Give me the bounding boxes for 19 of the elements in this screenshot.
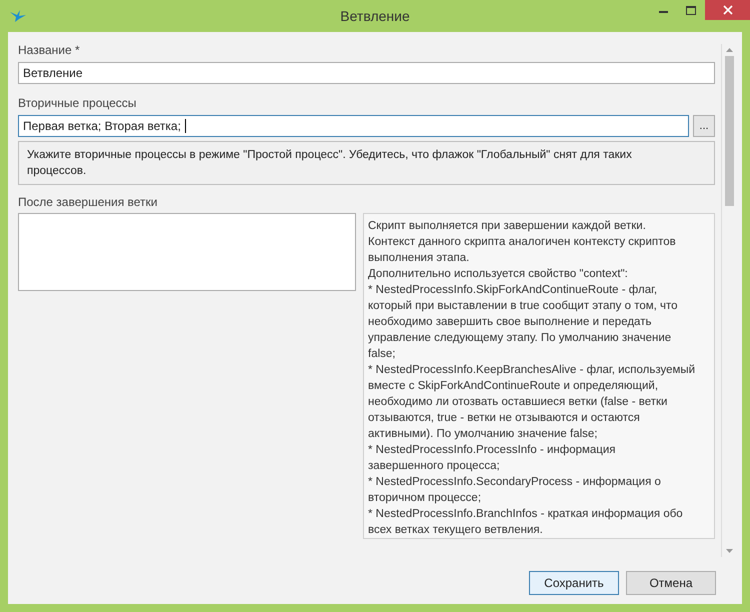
dialog-button[interactable]: Отмена: [626, 571, 716, 595]
name-input-field[interactable]: Ветвление: [18, 62, 715, 84]
window-title: Ветвление: [340, 6, 410, 26]
bird-logo-icon: [10, 10, 26, 22]
field-label: Название *: [18, 42, 81, 59]
field-label: После завершения ветки: [18, 194, 158, 211]
hint-text: Укажите вторичные процессы в режиме "Простой процесс". Убедитесь, что флажок "Глобальный" снят для таких процессов.: [18, 141, 715, 185]
dialog-button[interactable]: Сохранить: [529, 571, 619, 595]
help-text: Скрипт выполняется при завершении каждой ветки. Контекст данного скрипта аналогичен контексту скриптов выполнения этапа. Дополнительно используется свойство "context": * NestedProcessInfo.SkipForkAndContinueRoute - флаг, который при выставлении в true сообщит этапу о том, что необходимо завершить свое выполнение и передать управление следующему этапу. По умолчанию значение false; * NestedProcessInfo.KeepBranchesAlive - флаг, используемый вместе с SkipForkAndContinueRoute и определяющий, необходимо ли отозвать оставшиеся ветки (false - ветки отзываются, true - ветки не отзываются и остаются активными). По умолчанию значение false; * NestedProcessInfo.ProcessInfo - информация завершенного процесса; * NestedProcessInfo.SecondaryProcess - информация о вторичном процессе; * NestedProcessInfo.BranchInfos - краткая информация обо всех ветках текущего ветвления.: [363, 213, 715, 539]
scrollbar[interactable]: [721, 44, 736, 557]
field-label: Вторичные процессы: [18, 95, 138, 112]
scroll-up-arrow-icon[interactable]: [726, 48, 732, 52]
scroll-down-arrow-icon[interactable]: [726, 549, 732, 553]
secondary-processes-field[interactable]: Первая ветка; Вторая ветка;: [18, 115, 689, 137]
close-icon: [722, 5, 732, 15]
scroll-thumb[interactable]: [724, 56, 734, 206]
browse-button[interactable]: ...: [693, 115, 715, 137]
script-editor[interactable]: [18, 213, 356, 291]
close-button[interactable]: [705, 0, 750, 20]
